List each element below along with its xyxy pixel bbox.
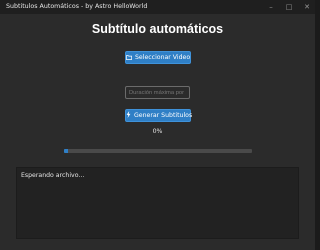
progress-percent: 0% — [152, 128, 163, 135]
folder-icon — [126, 52, 132, 63]
log-box[interactable]: Esperando archivo... — [16, 167, 299, 239]
generate-subtitles-label: Generar Subtitulos — [134, 112, 193, 119]
duration-input[interactable] — [125, 86, 190, 99]
app-window: Subtitulos Automáticos - by Astro HelloW… — [0, 0, 315, 250]
window-title: Subtitulos Automáticos - by Astro HelloW… — [6, 3, 148, 10]
log-text: Esperando archivo... — [21, 172, 85, 179]
minimize-icon[interactable]: – — [264, 0, 278, 14]
page-title: Subtítulo automáticos — [91, 22, 224, 36]
progress-bar — [64, 149, 252, 153]
maximize-icon[interactable]: □ — [282, 0, 296, 14]
generate-subtitles-button[interactable]: Generar Subtitulos — [125, 109, 193, 122]
title-bar: Subtitulos Automáticos - by Astro HelloW… — [0, 0, 315, 14]
close-icon[interactable]: ✕ — [300, 0, 314, 14]
select-video-button[interactable]: Seleccionar Video — [125, 51, 191, 64]
select-video-label: Seleccionar Video — [135, 54, 191, 61]
progress-fill — [64, 149, 68, 153]
lightning-icon — [126, 110, 131, 121]
